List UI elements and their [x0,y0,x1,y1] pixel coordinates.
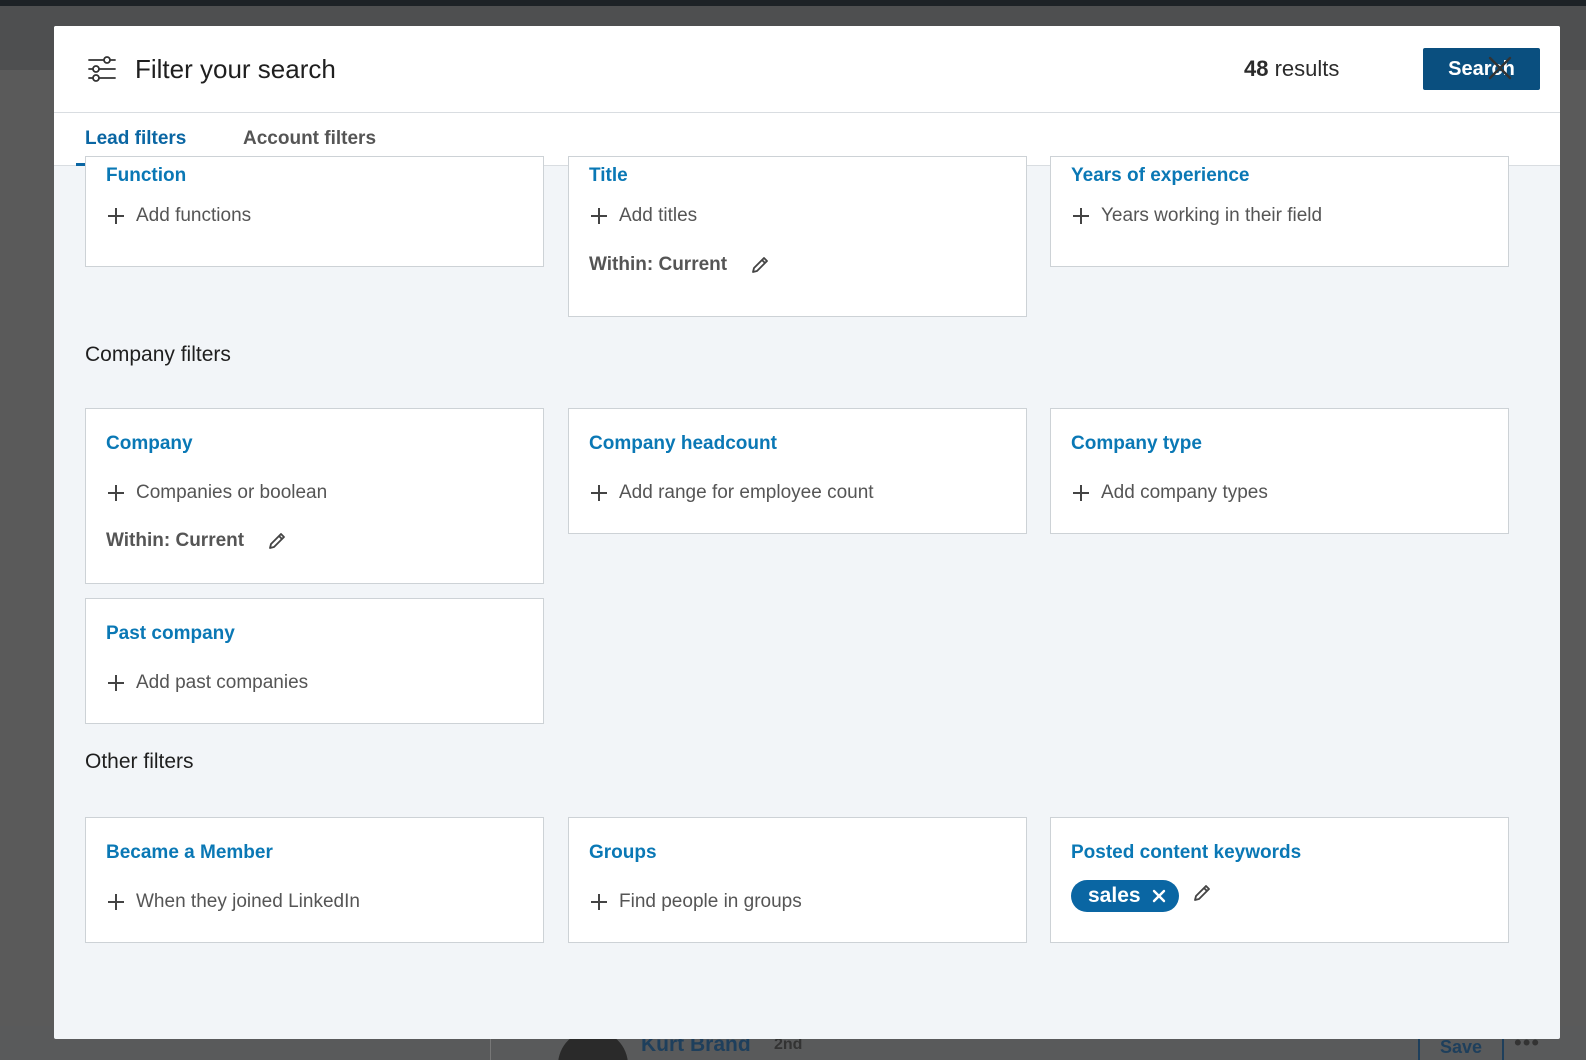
results-label: results [1268,56,1340,81]
posted-keywords-card: Posted content keywords sales [1050,817,1509,943]
keyword-pill: sales [1071,880,1179,912]
filter-content: Function Add functions Title Add titles … [54,156,1560,1039]
company-type-title: Company type [1071,433,1202,454]
results-number: 48 [1244,56,1269,81]
edit-keywords-pencil-icon[interactable] [1191,882,1213,904]
modal-title: Filter your search [135,54,336,84]
filter-sliders-icon [88,56,116,82]
tab-lead-filters[interactable]: Lead filters [85,128,186,150]
add-headcount-label: Add range for employee count [619,482,874,503]
function-card: Function Add functions [85,156,544,267]
company-type-card: Company type Add company types [1050,408,1509,534]
keyword-pill-label: sales [1088,884,1141,907]
pencil-icon[interactable] [749,254,771,276]
company-within-row: Within: Current [106,530,288,552]
past-company-card: Past company Add past companies [85,598,544,724]
add-groups-button[interactable]: Find people in groups [589,891,802,913]
add-groups-label: Find people in groups [619,891,802,912]
remove-keyword-icon[interactable] [1151,888,1167,904]
company-card: Company Companies or boolean Within: Cur… [85,408,544,584]
add-joined-label: When they joined LinkedIn [136,891,360,912]
became-member-card: Became a Member When they joined LinkedI… [85,817,544,943]
add-functions-label: Add functions [136,205,252,226]
plus-icon [591,208,607,224]
add-joined-button[interactable]: When they joined LinkedIn [106,891,360,913]
add-companies-label: Companies or boolean [136,482,328,503]
add-company-types-label: Add company types [1101,482,1268,503]
add-company-types-button[interactable]: Add company types [1071,482,1268,504]
groups-card: Groups Find people in groups [568,817,1027,943]
add-past-companies-label: Add past companies [136,672,309,693]
title-title: Title [589,165,628,186]
plus-icon [1073,208,1089,224]
past-company-title: Past company [106,623,235,644]
company-headcount-title: Company headcount [589,433,777,454]
groups-title: Groups [589,842,657,863]
plus-icon [108,208,124,224]
plus-icon [591,894,607,910]
company-within-label: Within: Current [106,530,245,551]
other-filters-heading: Other filters [85,750,194,773]
modal-header: Filter your search 48 results Search [54,26,1560,113]
add-titles-button[interactable]: Add titles [589,205,697,227]
pencil-icon[interactable] [266,530,288,552]
tab-account-filters[interactable]: Account filters [243,128,376,150]
title-within-label: Within: Current [589,254,728,275]
years-experience-title: Years of experience [1071,165,1250,186]
posted-keywords-title: Posted content keywords [1071,842,1302,863]
results-count: 48 results [1244,56,1339,82]
became-member-title: Became a Member [106,842,273,863]
company-title: Company [106,433,193,454]
title-within-row: Within: Current [589,254,771,276]
plus-icon [108,894,124,910]
filter-modal: Filter your search 48 results Search Lea… [54,26,1560,1039]
function-title: Function [106,165,187,186]
add-years-label: Years working in their field [1101,205,1323,226]
company-headcount-card: Company headcount Add range for employee… [568,408,1027,534]
title-card: Title Add titles Within: Current [568,156,1027,317]
add-past-companies-button[interactable]: Add past companies [106,672,308,694]
plus-icon [1073,485,1089,501]
plus-icon [591,485,607,501]
plus-icon [108,675,124,691]
add-companies-button[interactable]: Companies or boolean [106,482,327,504]
add-functions-button[interactable]: Add functions [106,205,251,227]
company-filters-heading: Company filters [85,343,231,366]
plus-icon [108,485,124,501]
add-titles-label: Add titles [619,205,698,226]
close-icon[interactable] [1482,50,1518,86]
years-experience-card: Years of experience Years working in the… [1050,156,1509,267]
add-years-button[interactable]: Years working in their field [1071,205,1322,227]
add-headcount-button[interactable]: Add range for employee count [589,482,874,504]
